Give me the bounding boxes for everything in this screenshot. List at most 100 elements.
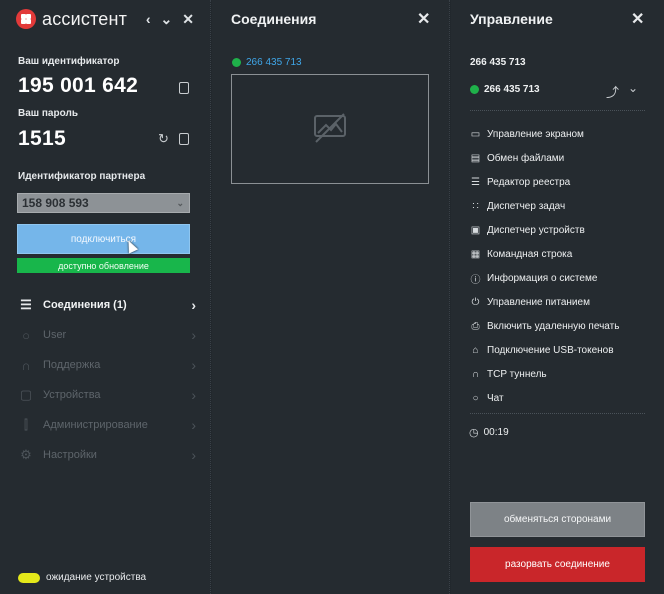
online-dot	[470, 85, 479, 94]
action-power-management[interactable]: ⏻ Управление питанием	[469, 290, 654, 314]
control-title: Управление	[470, 11, 553, 27]
nav-item-label: User	[43, 329, 67, 341]
partner-id-value: 158 908 593	[22, 196, 89, 210]
id-value: 195 001 642	[18, 74, 139, 97]
chevron-right-icon: ›	[191, 417, 196, 433]
nav-item-devices[interactable]: ▢ Устройства ›	[16, 380, 196, 410]
close-icon[interactable]: ✕	[417, 9, 430, 29]
action-file-transfer[interactable]: ▤ Обмен файлами	[469, 146, 654, 170]
online-dot	[232, 58, 241, 67]
share-icon[interactable]: ⤴	[606, 82, 619, 101]
action-device-manager[interactable]: ▣ Диспетчер устройств	[469, 218, 654, 242]
nav-item-label: Соединения (1)	[43, 299, 127, 311]
usb-token-icon: ⌂	[472, 344, 479, 356]
chevron-down-icon[interactable]: ⌄	[176, 198, 184, 209]
action-label: Управление экраном	[487, 128, 584, 140]
id-label: Ваш идентификатор	[18, 56, 120, 67]
folder-icon: ▤	[470, 152, 481, 164]
action-usb-tokens[interactable]: ⌂ Подключение USB-токенов	[469, 338, 654, 362]
tasks-icon: ∷	[472, 200, 479, 212]
action-list: ▭ Управление экраном ▤ Обмен файлами ☰ Реда…	[469, 122, 654, 410]
active-connection[interactable]: 266 435 713	[470, 84, 540, 95]
refresh-icon[interactable]: ↻	[158, 131, 169, 147]
power-icon: ⏻	[471, 296, 480, 308]
device-manager-icon: ▣	[470, 224, 481, 236]
registry-icon: ☰	[471, 176, 480, 188]
timer-value: 00:19	[483, 427, 509, 438]
copy-password-icon[interactable]	[179, 133, 189, 145]
info-icon: ⓘ	[470, 274, 481, 286]
action-label: Диспетчер задач	[487, 200, 566, 212]
action-label: Командная строка	[487, 248, 573, 260]
connect-button[interactable]: подключиться	[17, 224, 190, 254]
partner-label: Идентификатор партнера	[18, 171, 146, 182]
session-timer: ◷ 00:19	[469, 426, 509, 439]
action-remote-print[interactable]: ⎙ Включить удаленную печать	[469, 314, 654, 338]
tunnel-icon: ∩	[471, 368, 480, 380]
app-header: ассистент ‹ ⌄ ✕	[16, 8, 194, 30]
headset-icon: ∩	[21, 357, 31, 373]
action-label: Подключение USB-токенов	[487, 344, 614, 356]
connections-panel: Соединения ✕ 266 435 713	[212, 0, 449, 594]
action-tcp-tunnel[interactable]: ∩ TCP туннель	[469, 362, 654, 386]
control-panel: Управление ✕ 266 435 713 266 435 713 ⤴ ⌄…	[451, 0, 664, 594]
connections-icon: ☰	[20, 297, 32, 312]
chevron-down-icon[interactable]: ⌄	[161, 11, 173, 28]
connection-id-link[interactable]: 266 435 713	[232, 57, 302, 68]
swap-sides-button[interactable]: обменяться сторонами	[470, 502, 645, 537]
nav-item-administration[interactable]: ⫿ Администрирование ›	[16, 410, 196, 440]
user-icon: ○	[22, 327, 30, 343]
password-label: Ваш пароль	[18, 108, 78, 119]
no-image-icon	[314, 113, 346, 143]
devices-icon: ▢	[19, 387, 33, 402]
chevron-right-icon: ›	[191, 447, 196, 463]
chevron-right-icon: ›	[191, 387, 196, 403]
partner-id-input[interactable]: 158 908 593 ⌄	[17, 193, 190, 213]
monitor-icon: ▭	[470, 128, 481, 140]
action-label: TCP туннель	[487, 368, 547, 380]
app-name: ассистент	[42, 8, 128, 29]
action-registry-editor[interactable]: ☰ Редактор реестра	[469, 170, 654, 194]
chevron-down-icon[interactable]: ⌄	[628, 81, 638, 95]
nav-item-label: Администрирование	[43, 419, 148, 431]
nav-item-label: Поддержка	[43, 359, 101, 371]
status-text: ожидание устройства	[46, 572, 147, 583]
back-icon[interactable]: ‹	[146, 11, 151, 28]
action-system-info[interactable]: ⓘ Информация о системе	[469, 266, 654, 290]
active-connection-id: 266 435 713	[484, 84, 540, 95]
password-value: 1515	[18, 127, 66, 150]
copy-id-icon[interactable]	[179, 82, 189, 94]
chevron-right-icon: ›	[191, 327, 196, 343]
remote-id: 266 435 713	[470, 57, 526, 68]
action-label: Обмен файлами	[487, 152, 565, 164]
nav-item-label: Устройства	[43, 389, 101, 401]
action-screen-control[interactable]: ▭ Управление экраном	[469, 122, 654, 146]
connection-preview[interactable]	[231, 74, 429, 184]
nav-item-settings[interactable]: ⚙ Настройки ›	[16, 440, 196, 470]
action-label: Диспетчер устройств	[487, 224, 585, 236]
action-task-manager[interactable]: ∷ Диспетчер задач	[469, 194, 654, 218]
device-status: ожидание устройства	[18, 572, 146, 583]
update-available-badge[interactable]: доступно обновление	[17, 258, 190, 273]
close-icon[interactable]: ✕	[631, 9, 644, 29]
status-indicator	[18, 572, 40, 583]
nav-item-label: Настройки	[43, 449, 97, 461]
close-icon[interactable]: ✕	[182, 11, 194, 28]
divider	[470, 110, 645, 111]
nav-item-connections[interactable]: ☰ Соединения (1) ›	[16, 290, 196, 320]
left-panel: ассистент ‹ ⌄ ✕ Ваш идентификатор 195 00…	[0, 0, 210, 594]
terminal-icon: ▦	[470, 248, 481, 260]
chevron-right-icon: ›	[191, 297, 196, 313]
printer-icon: ⎙	[471, 320, 480, 332]
connections-title: Соединения	[231, 11, 317, 27]
action-label: Редактор реестра	[487, 176, 571, 188]
disconnect-button[interactable]: разорвать соединение	[470, 547, 645, 582]
action-chat[interactable]: ○ Чат	[469, 386, 654, 410]
chevron-right-icon: ›	[191, 357, 196, 373]
nav-item-user[interactable]: ○ User ›	[16, 320, 196, 350]
sliders-icon: ⫿	[23, 417, 29, 432]
gears-icon: ⚙	[20, 447, 32, 462]
action-command-line[interactable]: ▦ Командная строка	[469, 242, 654, 266]
action-label: Включить удаленную печать	[487, 320, 620, 332]
nav-item-support[interactable]: ∩ Поддержка ›	[16, 350, 196, 380]
